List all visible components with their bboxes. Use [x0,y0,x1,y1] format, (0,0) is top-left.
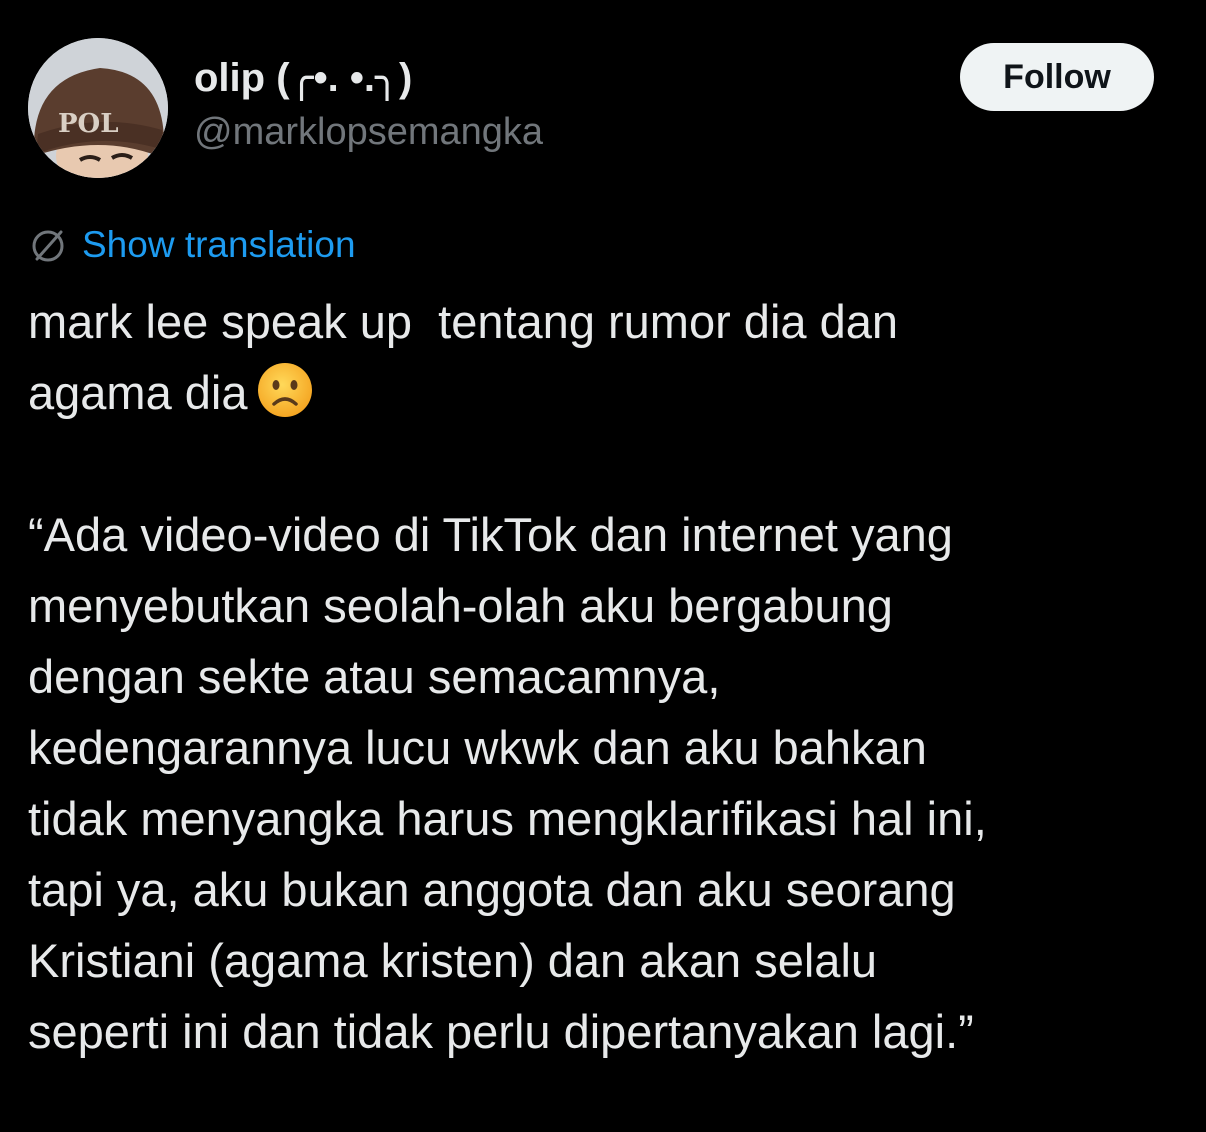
avatar-image: POL [28,38,168,178]
avatar[interactable]: POL [28,38,168,178]
tweet-text: mark lee speak up tentang rumor dia dan … [28,286,1178,1067]
user-info: olip (╭•. •.╮) @marklopsemangka [194,52,543,158]
frowning-face-emoji-icon [256,361,314,419]
display-name[interactable]: olip (╭•. •.╮) [194,52,543,104]
user-handle[interactable]: @marklopsemangka [194,106,543,158]
show-translation-link[interactable]: Show translation [82,224,356,266]
tweet-quote-text: “Ada video-video di TikTok dan internet … [28,508,987,1058]
follow-button[interactable]: Follow [960,43,1154,111]
avatar-hat-text: POL [58,109,118,139]
tweet-intro-text: mark lee speak up tentang rumor dia dan … [28,295,899,419]
tweet: POL olip (╭•. •.╮) @marklopsemangka Foll… [0,0,1206,1132]
globe-slash-icon [28,225,68,265]
translation-row: Show translation [28,220,356,270]
